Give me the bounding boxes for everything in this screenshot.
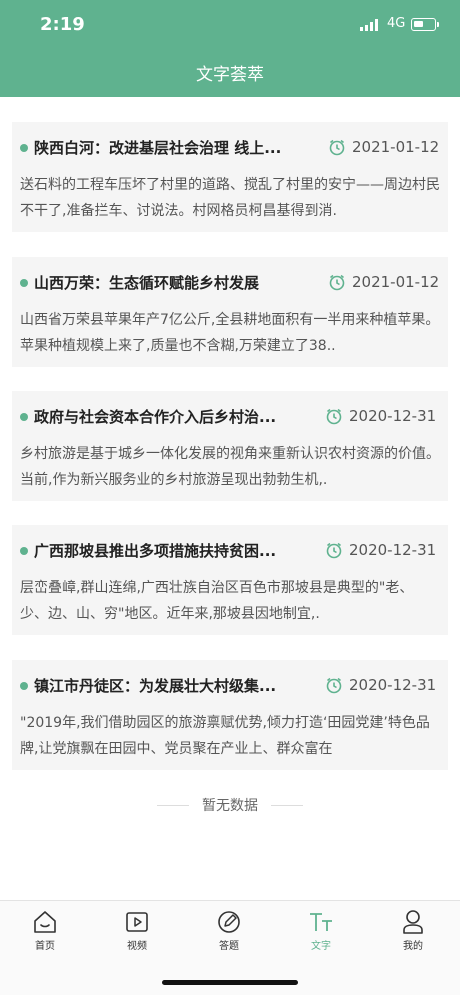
- article-card[interactable]: 山西万荣：生态循环赋能乡村发展 2021-01-12 山西省万荣县苹果年产7亿公…: [12, 257, 448, 367]
- video-icon: [126, 912, 148, 932]
- article-summary: 层峦叠嶂,群山连绵,广西壮族自治区百色市那坡县是典型的"老、少、边、山、穷"地区…: [20, 580, 414, 622]
- tab-text[interactable]: 文字: [291, 909, 351, 954]
- bullet-dot: [20, 144, 28, 152]
- tab-home[interactable]: 首页: [15, 909, 75, 954]
- article-summary: 乡村旅游是基于城乡一体化发展的视角来重新认识农村资源的价值。当前,作为新兴服务业…: [20, 446, 440, 488]
- article-date: 2020-12-31: [349, 676, 437, 694]
- tab-quiz-label: 答题: [219, 941, 239, 952]
- article-summary: "2019年,我们借助园区的旅游禀赋优势,倾力打造‘田园党建’特色品牌,让党旗飘…: [20, 715, 430, 757]
- page-title: 文字荟萃: [196, 65, 264, 85]
- battery-tip: [437, 22, 439, 27]
- article-date: 2021-01-12: [352, 273, 440, 291]
- article-title: 广西那坡县推出多项措施扶持贫困...: [34, 542, 277, 560]
- article-card[interactable]: 镇江市丹徒区：为发展壮大村级集... 2020-12-31 "2019年,我们借…: [12, 660, 448, 770]
- tab-mine-label: 我的: [403, 941, 423, 952]
- article-date: 2020-12-31: [349, 407, 437, 425]
- text-icon: [310, 913, 332, 931]
- article-card[interactable]: 政府与社会资本合作介入后乡村治... 2020-12-31 乡村旅游是基于城乡一…: [12, 391, 448, 501]
- empty-state-text: 暂无数据: [202, 798, 258, 814]
- home-icon: [34, 911, 56, 933]
- divider-right: [271, 805, 303, 806]
- tab-home-label: 首页: [35, 941, 55, 952]
- article-card[interactable]: 陕西白河：改进基层社会治理 线上... 2021-01-12 送石料的工程车压坏…: [12, 122, 448, 232]
- tab-video[interactable]: 视频: [107, 909, 167, 954]
- status-time: 2:19: [40, 14, 85, 35]
- article-title: 政府与社会资本合作介入后乡村治...: [34, 408, 277, 426]
- home-indicator: [162, 980, 298, 985]
- article-card[interactable]: 广西那坡县推出多项措施扶持贫困... 2020-12-31 层峦叠嶂,群山连绵,…: [12, 525, 448, 635]
- empty-state: 暂无数据: [0, 795, 460, 815]
- article-title: 陕西白河：改进基层社会治理 线上...: [34, 139, 282, 157]
- alarm-clock-icon: [329, 274, 345, 291]
- article-summary: 送石料的工程车压坏了村里的道路、搅乱了村里的安宁——周边村民不干了,准备拦车、讨…: [20, 177, 440, 219]
- network-type: 4G: [387, 16, 406, 31]
- signal-icon: [360, 19, 382, 31]
- bullet-dot: [20, 682, 28, 690]
- bullet-dot: [20, 413, 28, 421]
- alarm-clock-icon: [329, 139, 345, 156]
- article-title: 山西万荣：生态循环赋能乡村发展: [34, 274, 260, 292]
- user-icon: [403, 910, 423, 934]
- tab-video-label: 视频: [127, 941, 147, 952]
- bullet-dot: [20, 279, 28, 287]
- battery-icon: [411, 18, 436, 31]
- article-summary: 山西省万荣县苹果年产7亿公斤,全县耕地面积有一半用来种植苹果。苹果种植规模上来了…: [20, 312, 440, 354]
- tab-text-label: 文字: [311, 941, 331, 952]
- status-bar: 2:19 4G: [0, 0, 460, 50]
- pencil-icon: [218, 911, 240, 933]
- alarm-clock-icon: [326, 408, 342, 425]
- tab-mine[interactable]: 我的: [383, 909, 443, 954]
- article-date: 2020-12-31: [349, 541, 437, 559]
- article-title: 镇江市丹徒区：为发展壮大村级集...: [34, 677, 277, 695]
- alarm-clock-icon: [326, 677, 342, 694]
- article-date: 2021-01-12: [352, 138, 440, 156]
- alarm-clock-icon: [326, 542, 342, 559]
- tab-quiz[interactable]: 答题: [199, 909, 259, 954]
- app-header: 2:19 4G 文字荟萃: [0, 0, 460, 97]
- bullet-dot: [20, 547, 28, 555]
